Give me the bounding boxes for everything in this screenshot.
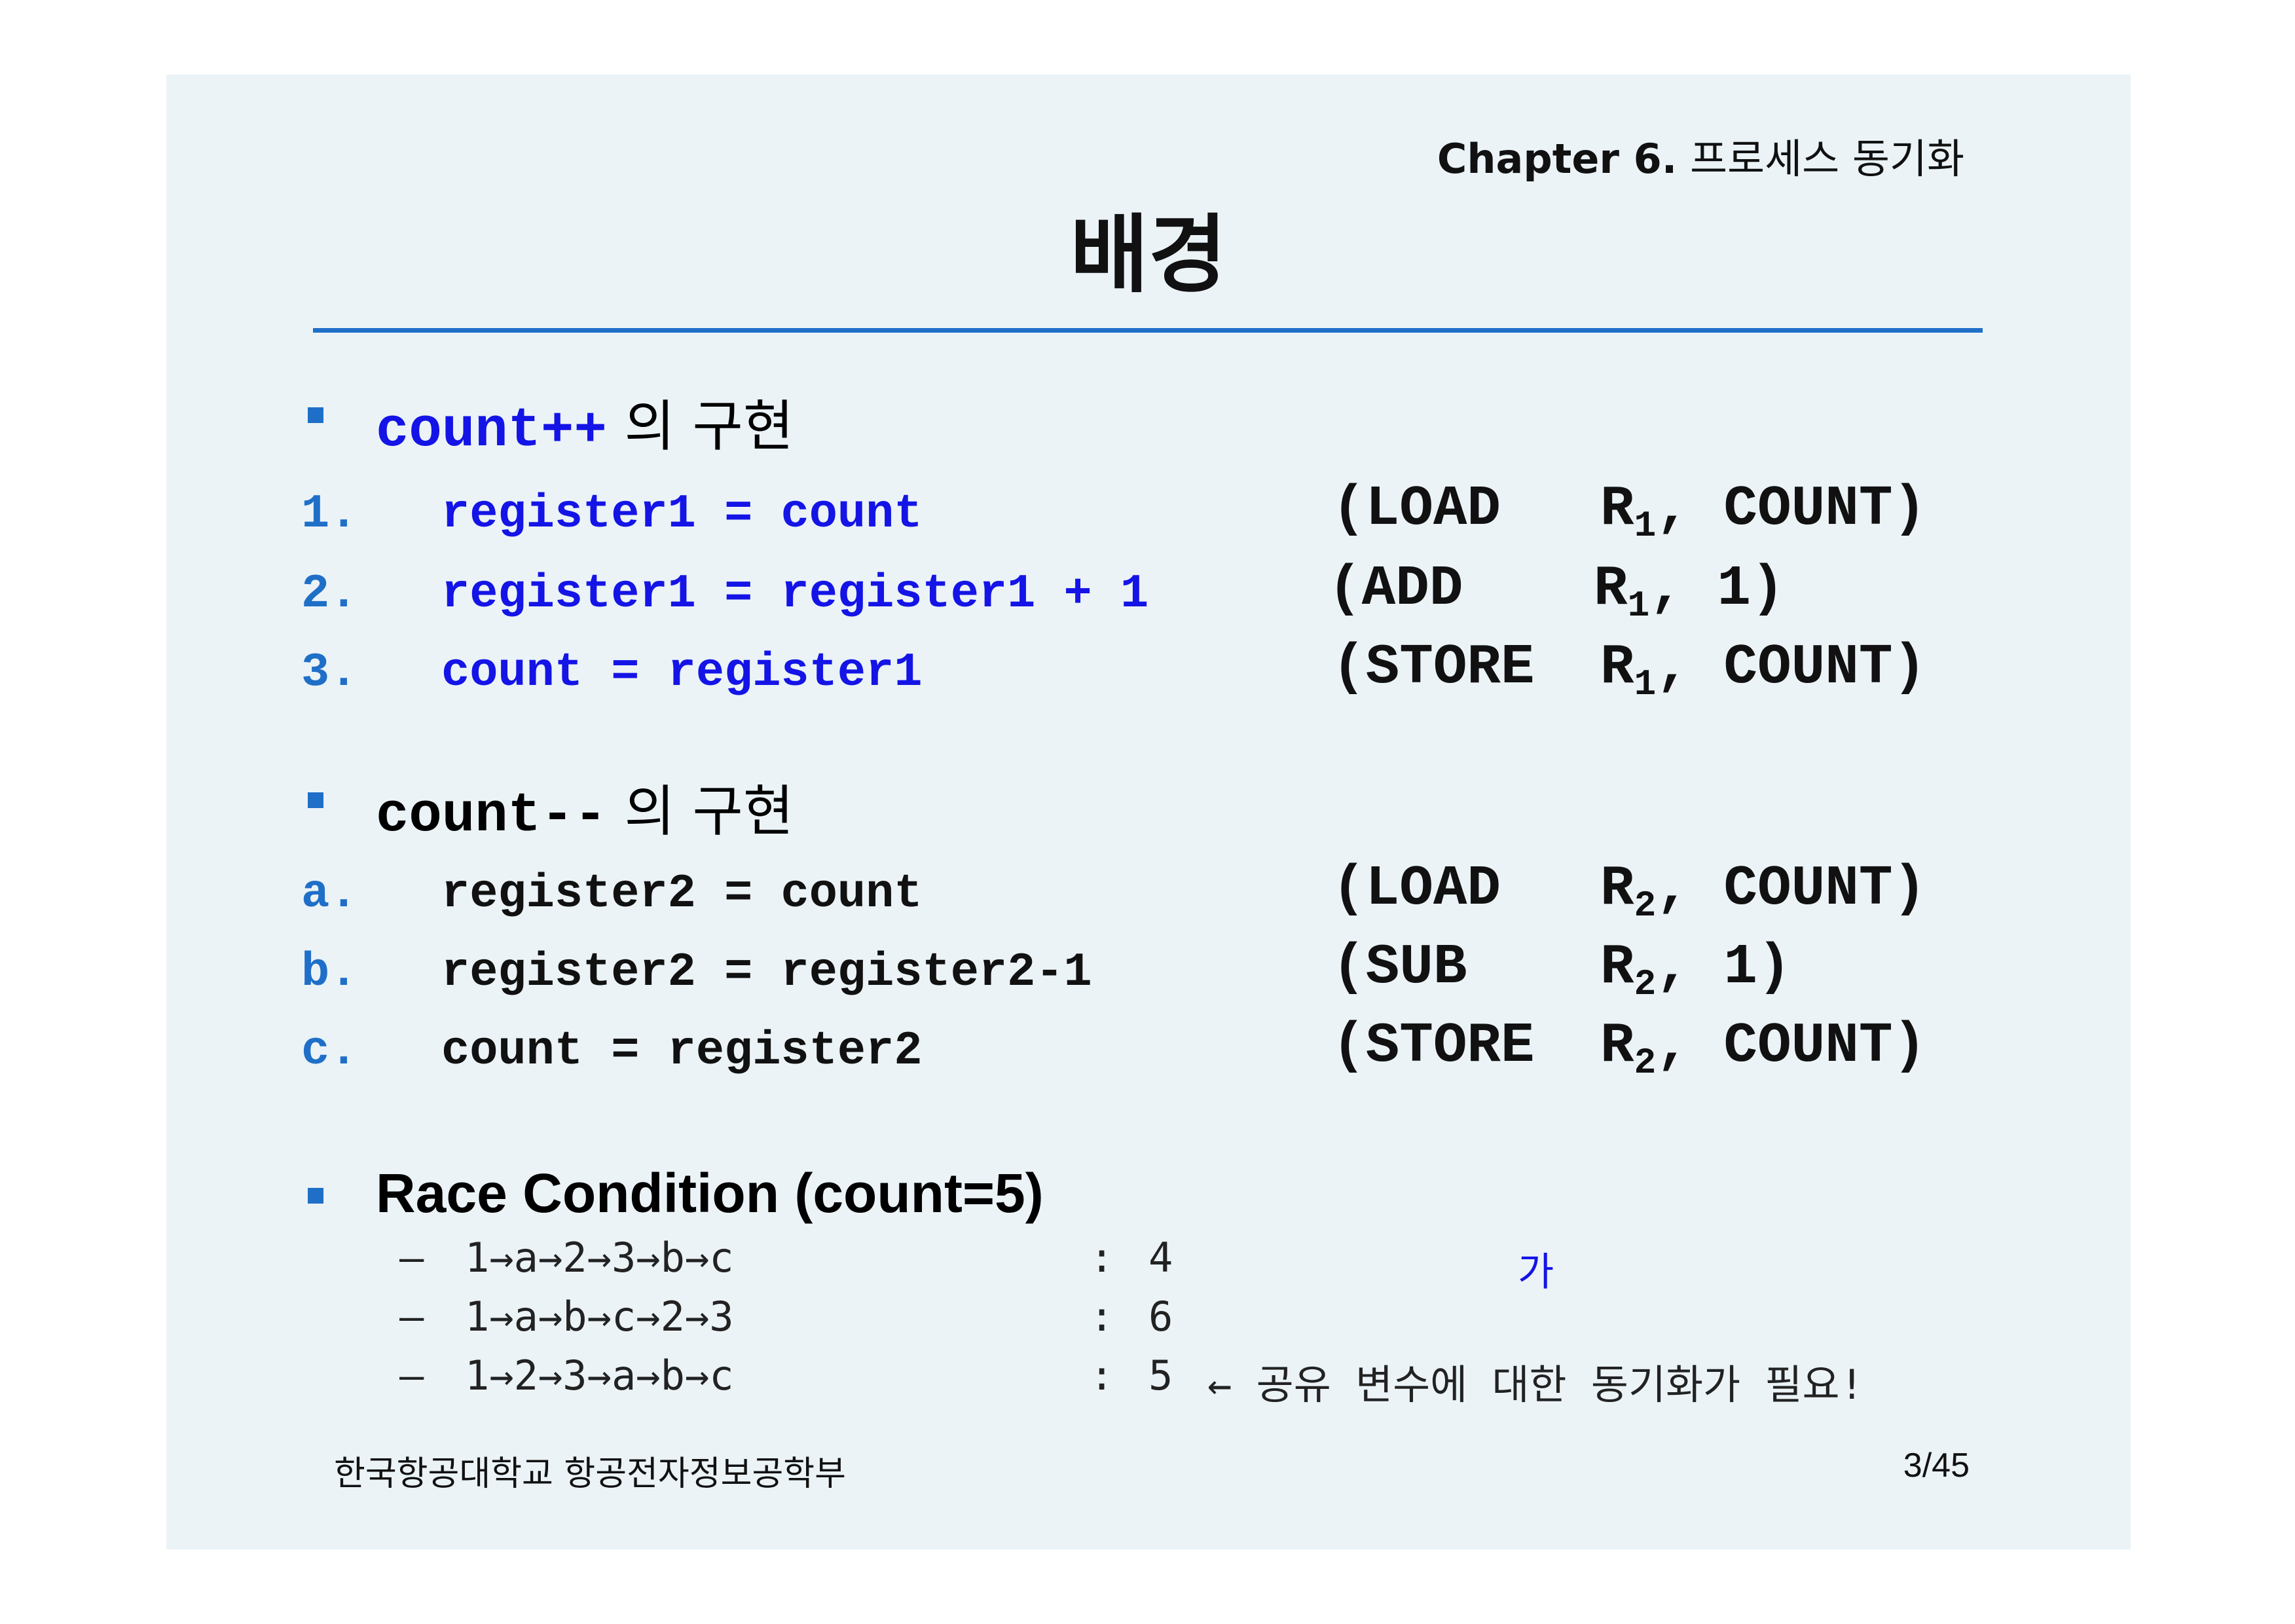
- step-code: register2 = register2-1: [441, 946, 1092, 999]
- asm-operands: R2, COUNT): [1600, 857, 1927, 927]
- step-letter: b.: [301, 946, 358, 999]
- race-colon: :: [1090, 1352, 1114, 1399]
- increment-code: count++: [376, 400, 607, 462]
- step-code: count = register1: [441, 646, 923, 699]
- race-result: 4: [1148, 1234, 1173, 1282]
- asm-operands: R1, 1): [1594, 557, 1785, 627]
- step-letter: a.: [301, 867, 358, 921]
- asm-instruction: (LOAD: [1332, 477, 1501, 541]
- race-sequence: 1→a→b→c→2→3: [465, 1293, 734, 1340]
- title-divider: [313, 328, 1983, 333]
- page-number: 3/45: [1903, 1447, 1970, 1485]
- race-result: 6: [1148, 1293, 1173, 1340]
- chapter-label: Chapter 6.: [1437, 135, 1678, 183]
- race-note: ← 공유 변수에 대한 동기화가 필요!: [1207, 1361, 1864, 1409]
- decrement-code: count--: [376, 785, 607, 847]
- slide: Chapter 6. 프로세스 동기화 배경 count++ 의 구현 1. r…: [166, 75, 2131, 1549]
- race-sequence: 1→2→3→a→b→c: [465, 1352, 734, 1399]
- race-result: 5: [1148, 1352, 1173, 1399]
- step-code: register1 = register1 + 1: [441, 567, 1149, 621]
- step-code: count = register2: [441, 1024, 923, 1078]
- blue-note: 가: [1518, 1249, 1554, 1295]
- footer-department: 한국항공대학교 항공전자정보공학부: [334, 1454, 846, 1494]
- bullet-icon: [308, 1188, 323, 1204]
- race-sequence: 1→a→2→3→b→c: [465, 1234, 734, 1282]
- asm-operands: R2, 1): [1600, 935, 1791, 1006]
- asm-instruction: (ADD: [1328, 557, 1463, 621]
- asm-instruction: (SUB: [1332, 935, 1467, 999]
- chapter-header: Chapter 6. 프로세스 동기화: [1437, 126, 1964, 185]
- section-increment-heading: count++ 의 구현: [376, 382, 794, 462]
- step-letter: c.: [301, 1024, 358, 1078]
- asm-operands: R2, COUNT): [1600, 1014, 1927, 1084]
- increment-korean: 의 구현: [606, 394, 794, 458]
- bullet-icon: [308, 792, 323, 808]
- step-number: 2.: [301, 567, 358, 621]
- asm-operands: R1, COUNT): [1600, 635, 1927, 706]
- race-colon: :: [1090, 1234, 1114, 1282]
- race-colon: :: [1090, 1293, 1114, 1340]
- step-number: 1.: [301, 487, 358, 541]
- asm-operands: R1, COUNT): [1600, 477, 1927, 547]
- slide-title: 배경: [1070, 205, 1227, 304]
- race-heading: Race Condition (count=5): [376, 1162, 1044, 1224]
- race-dash: –: [399, 1293, 424, 1340]
- asm-instruction: (STORE: [1332, 1014, 1535, 1078]
- section-decrement-heading: count-- 의 구현: [376, 767, 794, 847]
- asm-instruction: (LOAD: [1332, 857, 1501, 921]
- decrement-korean: 의 구현: [606, 779, 794, 843]
- step-number: 3.: [301, 646, 358, 699]
- race-dash: –: [399, 1352, 424, 1399]
- race-dash: –: [399, 1234, 424, 1282]
- bullet-icon: [308, 407, 323, 423]
- chapter-title: 프로세스 동기화: [1690, 135, 1964, 183]
- asm-instruction: (STORE: [1332, 635, 1535, 699]
- step-code: register1 = count: [441, 487, 923, 541]
- step-code: register2 = count: [441, 867, 923, 921]
